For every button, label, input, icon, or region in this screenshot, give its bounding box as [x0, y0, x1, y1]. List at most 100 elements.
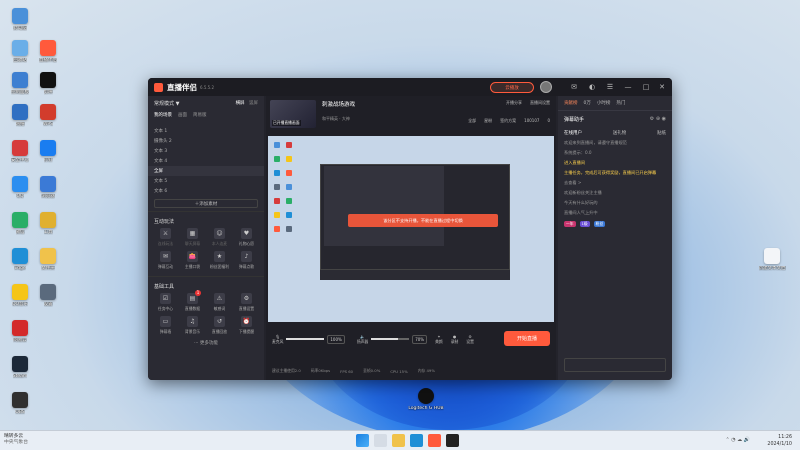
tab-gifts[interactable]: 送礼物 — [613, 130, 627, 136]
live-app-taskbar-icon[interactable] — [428, 434, 441, 447]
user-avatar[interactable] — [540, 81, 552, 93]
desktop-icon[interactable]: 钉钉 — [28, 140, 68, 163]
speaker-control[interactable]: 🔈 扬声器 — [357, 334, 368, 345]
tab-online-users[interactable]: 在线用户 — [564, 130, 582, 136]
skin-icon[interactable]: ◐ — [588, 83, 596, 91]
mode-tab-landscape[interactable]: 横屏 — [236, 101, 245, 106]
scene-item[interactable]: 文本 1 — [148, 126, 264, 136]
scene-item[interactable]: 全屏 — [148, 166, 264, 176]
search-icon[interactable] — [374, 434, 387, 447]
tab-contribution[interactable]: 贡献榜 — [564, 100, 578, 106]
app-icon — [12, 284, 28, 300]
interactive-tool[interactable]: ★ 粉丝团福利 — [206, 251, 233, 270]
desktop-icon-label: 工具 — [43, 230, 53, 235]
tool-icon: ☺ — [214, 228, 225, 239]
start-icon[interactable] — [356, 434, 369, 447]
interactive-tool[interactable]: ☺ 本人连麦 — [206, 228, 233, 247]
add-material-button[interactable]: ＋ 添加素材 — [154, 199, 258, 208]
app-icon — [40, 176, 56, 192]
desktop-ghub-icon[interactable]: Logitech G HUB — [406, 388, 446, 411]
desktop-icon-label: 控制面板 — [11, 90, 29, 95]
preview-mini-icon — [286, 184, 292, 190]
speaker-slider[interactable] — [371, 338, 410, 340]
desktop-icon[interactable]: 文件夹 — [28, 248, 68, 271]
basic-tool[interactable]: ⚠ 敏感词 — [206, 293, 233, 312]
mic-slider[interactable] — [286, 338, 325, 340]
room-settings-button[interactable]: 直播间设置 — [530, 100, 550, 106]
stat-contract[interactable]: 签约方案 — [500, 118, 516, 124]
chat-input[interactable] — [564, 358, 666, 372]
interactive-tool[interactable]: ♥ 礼物心愿 — [233, 228, 260, 247]
basic-tool[interactable]: ⚙ 直播设置 — [233, 293, 260, 312]
stat-all[interactable]: 全部 — [468, 118, 476, 124]
desktop-icon[interactable]: OBS — [0, 392, 40, 415]
panel-settings-icon[interactable]: ⚙ ⊕ ◉ — [650, 116, 666, 123]
desktop-icon[interactable]: WPS — [28, 104, 68, 127]
tab-simple[interactable]: 简易版 — [193, 112, 207, 118]
stream-preview[interactable]: 该分区不支持开播，不能在直播过程中切换 — [268, 136, 554, 322]
interactive-tool[interactable]: ♪ 弹幕点歌 — [233, 251, 260, 270]
share-button[interactable]: 开播分享 — [506, 100, 522, 106]
scene-item[interactable]: 文本 5 — [148, 176, 264, 186]
tool-label: 直播数据 — [184, 306, 201, 311]
tab-stickers[interactable]: 贴纸 — [657, 130, 666, 136]
desktop-file-icon[interactable]: 新建文本文档 — [752, 248, 792, 271]
system-tray[interactable]: ⌃ ◔ ☁ 🔊 — [725, 437, 750, 443]
basic-tool[interactable]: ♫ 背景音乐 — [179, 316, 206, 335]
mode-tab-portrait[interactable]: 竖屏 — [249, 101, 258, 106]
desktop-icon[interactable]: 浏览器 — [28, 176, 68, 199]
file-explorer-icon[interactable] — [392, 434, 405, 447]
browser-icon[interactable] — [410, 434, 423, 447]
scene-item[interactable]: 文本 6 — [148, 186, 264, 196]
desktop-icon[interactable]: 剪映 — [28, 72, 68, 95]
preview-mini-icon — [286, 170, 292, 176]
stat-fans[interactable]: 星粉 — [484, 118, 492, 124]
desktop-icon[interactable]: 工具 — [28, 212, 68, 235]
preview-nested-controls — [320, 270, 510, 280]
minimize-icon[interactable]: — — [624, 83, 632, 91]
desktop-icon[interactable]: 设置 — [28, 284, 68, 307]
tool-icon: ♫ — [187, 316, 198, 327]
basic-tool[interactable]: ⏰ 下播提醒 — [233, 316, 260, 335]
record-button[interactable]: ● 录制 — [451, 334, 459, 345]
basic-tool[interactable]: ☑ 任务中心 — [152, 293, 179, 312]
interactive-tool[interactable]: ⚔ 连线玩法 — [152, 228, 179, 247]
basic-tool[interactable]: ▤ 1 直播数据 — [179, 290, 206, 312]
desktop-icon[interactable]: 此电脑 — [0, 8, 40, 31]
status-item: 码率0Kbps — [310, 368, 331, 373]
settings-button[interactable]: ⚙ 设置 — [466, 334, 474, 345]
weather-widget[interactable]: 晴转多云 中央气象台 — [4, 434, 28, 446]
tab-hourly[interactable]: 小时榜 — [597, 100, 611, 106]
desktop-icon[interactable]: 网易云 — [0, 320, 40, 343]
desktop-icon[interactable]: 直播伴侣 — [28, 40, 68, 63]
basic-tools-title: 基础工具 — [148, 276, 264, 293]
mode-selector[interactable]: 常规模式 ▼ — [154, 100, 179, 107]
interactive-tool[interactable]: 👛 主播口袋 — [179, 251, 206, 270]
weather-line-2: 中央气象台 — [4, 440, 28, 445]
clock[interactable]: 11:26 2024/1/10 — [767, 434, 792, 448]
more-functions-link[interactable]: ··· 更多功能 — [148, 340, 264, 346]
stream-thumbnail[interactable]: 已开播直播画面 — [270, 100, 316, 128]
scene-item[interactable]: 文本 3 — [148, 146, 264, 156]
cloud-play-button[interactable]: 云播放 — [490, 82, 534, 93]
interactive-tool[interactable]: ✉ 弹幕互动 — [152, 251, 179, 270]
tab-hot[interactable]: 热门 — [616, 100, 625, 106]
scene-item[interactable]: 文本 4 — [148, 156, 264, 166]
menu-icon[interactable]: ☰ — [606, 83, 614, 91]
stat-likes: 0 — [547, 118, 550, 123]
close-icon[interactable]: ✕ — [658, 83, 666, 91]
tab-my-scenes[interactable]: 我的场景 — [154, 112, 172, 118]
media-icon[interactable] — [446, 434, 459, 447]
message-icon[interactable]: ✉ — [570, 83, 578, 91]
maximize-icon[interactable]: □ — [642, 83, 650, 91]
scene-item[interactable]: 摄像头 2 — [148, 136, 264, 146]
mic-control[interactable]: 🎙 麦克风 — [272, 334, 283, 345]
basic-tool[interactable]: ↺ 直播回放 — [206, 316, 233, 335]
desktop-icon[interactable]: Steam — [0, 356, 40, 379]
beauty-button[interactable]: ✦ 美颜 — [435, 334, 443, 345]
interactive-tool[interactable]: ▦ 聊天屏幕 — [179, 228, 206, 247]
tool-label: 礼物心愿 — [238, 241, 255, 246]
start-live-button[interactable]: 开始直播 — [504, 331, 550, 346]
basic-tool[interactable]: ▭ 弹幕墙 — [152, 316, 179, 335]
tab-canvas[interactable]: 画面 — [178, 112, 187, 118]
